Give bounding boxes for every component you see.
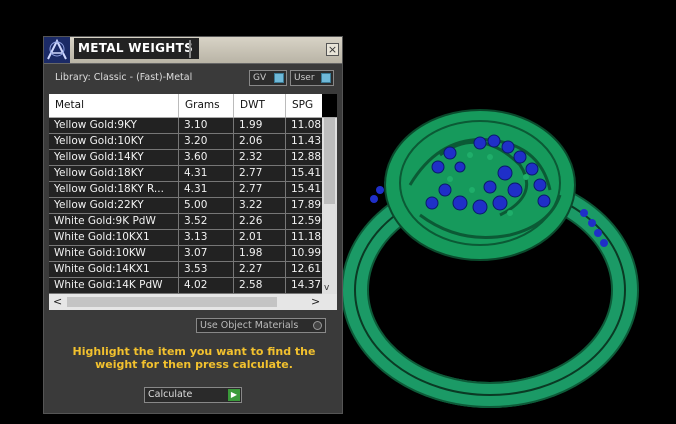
table-row[interactable]: Yellow Gold:22KY 5.00 3.22 17.89 bbox=[49, 198, 322, 214]
cell-metal: White Gold:10KW bbox=[49, 246, 179, 261]
cell-dwt: 2.26 bbox=[234, 214, 286, 229]
table-row[interactable]: Yellow Gold:18KY 4.31 2.77 15.41 bbox=[49, 166, 322, 182]
cell-spg: 11.08 bbox=[291, 119, 322, 131]
cell-spg: 11.43 bbox=[291, 135, 322, 147]
ring-model[interactable] bbox=[340, 95, 670, 415]
close-icon[interactable]: × bbox=[326, 43, 339, 56]
cell-spg: 15.41 bbox=[291, 183, 322, 195]
cell-grams: 3.60 bbox=[179, 150, 234, 165]
table-row[interactable]: White Gold:9K PdW 3.52 2.26 12.59 bbox=[49, 214, 322, 230]
cell-dwt: 3.22 bbox=[234, 198, 286, 213]
scroll-left-icon[interactable]: < bbox=[53, 295, 62, 308]
gv-toggle-knob-icon bbox=[274, 73, 284, 83]
scroll-down-icon[interactable]: v bbox=[324, 283, 329, 293]
table-row[interactable]: White Gold:14KX1 3.53 2.27 12.61 bbox=[49, 262, 322, 278]
cell-dwt: 2.06 bbox=[234, 134, 286, 149]
panel-title: METAL WEIGHTS bbox=[74, 38, 200, 59]
column-header-spg[interactable]: SPG bbox=[286, 94, 322, 117]
metal-weights-panel: METAL WEIGHTS × Library: Classic - (Fast… bbox=[43, 36, 343, 414]
table-row[interactable]: Yellow Gold:9KY 3.10 1.99 11.08 bbox=[49, 118, 322, 134]
cell-dwt: 1.98 bbox=[234, 246, 286, 261]
app-logo-icon bbox=[44, 37, 70, 63]
cell-metal: White Gold:10KX1 bbox=[49, 230, 179, 245]
user-toggle-knob-icon bbox=[321, 73, 331, 83]
scroll-right-icon[interactable]: > bbox=[311, 295, 320, 308]
cell-metal: White Gold:14K PdW bbox=[49, 278, 179, 293]
table-row[interactable]: White Gold:10KX1 3.13 2.01 11.18 bbox=[49, 230, 322, 246]
cell-grams: 3.10 bbox=[179, 118, 234, 133]
cell-dwt: 2.58 bbox=[234, 278, 286, 293]
cell-metal: Yellow Gold:18KY R... bbox=[49, 182, 179, 197]
table-row[interactable]: White Gold:10KW 3.07 1.98 10.99 bbox=[49, 246, 322, 262]
cell-metal: Yellow Gold:14KY bbox=[49, 150, 179, 165]
table-row[interactable]: Yellow Gold:18KY R... 4.31 2.77 15.41 bbox=[49, 182, 322, 198]
cell-spg: 12.59 bbox=[291, 215, 322, 227]
horizontal-scroll-thumb[interactable] bbox=[67, 297, 277, 307]
cell-grams: 3.53 bbox=[179, 262, 234, 277]
user-toggle-label: User bbox=[294, 73, 315, 83]
cell-metal: White Gold:14KX1 bbox=[49, 262, 179, 277]
column-header-metal[interactable]: Metal bbox=[49, 94, 179, 117]
use-object-materials-toggle[interactable]: Use Object Materials bbox=[196, 318, 326, 333]
cell-dwt: 2.77 bbox=[234, 182, 286, 197]
cell-metal: Yellow Gold:22KY bbox=[49, 198, 179, 213]
library-label: Library: Classic - (Fast)-Metal bbox=[55, 72, 193, 83]
cell-metal: Yellow Gold:9KY bbox=[49, 118, 179, 133]
header-corner bbox=[322, 94, 337, 117]
cell-grams: 4.02 bbox=[179, 278, 234, 293]
metal-table: Metal Grams DWT SPG Yellow Gold:9KY 3.10 1… bbox=[49, 94, 337, 310]
cell-spg: 12.88 bbox=[291, 151, 322, 163]
cell-metal: Yellow Gold:10KY bbox=[49, 134, 179, 149]
cell-metal: Yellow Gold:18KY bbox=[49, 166, 179, 181]
play-icon: ▶ bbox=[228, 389, 240, 401]
horizontal-scrollbar[interactable]: < > bbox=[49, 294, 337, 310]
panel-titlebar[interactable]: METAL WEIGHTS × bbox=[44, 37, 342, 64]
cell-spg: 12.61 bbox=[291, 263, 322, 275]
cell-grams: 4.31 bbox=[179, 182, 234, 197]
user-toggle[interactable]: User bbox=[290, 70, 334, 86]
vertical-scroll-thumb[interactable] bbox=[324, 118, 335, 204]
table-body: Yellow Gold:9KY 3.10 1.99 11.08 Yellow Gold:… bbox=[49, 118, 322, 294]
cell-spg: 10.99 bbox=[291, 247, 322, 259]
cell-grams: 3.07 bbox=[179, 246, 234, 261]
table-row[interactable]: White Gold:14K PdW 4.02 2.58 14.37 bbox=[49, 278, 322, 294]
cell-grams: 5.00 bbox=[179, 198, 234, 213]
table-header: Metal Grams DWT SPG bbox=[49, 94, 337, 118]
radio-icon bbox=[313, 321, 322, 330]
cell-grams: 3.20 bbox=[179, 134, 234, 149]
calculate-label: Calculate bbox=[148, 389, 193, 400]
cell-dwt: 2.77 bbox=[234, 166, 286, 181]
table-row[interactable]: Yellow Gold:10KY 3.20 2.06 11.43 bbox=[49, 134, 322, 150]
cell-dwt: 2.27 bbox=[234, 262, 286, 277]
cell-metal: White Gold:9K PdW bbox=[49, 214, 179, 229]
cell-grams: 3.13 bbox=[179, 230, 234, 245]
cell-dwt: 2.01 bbox=[234, 230, 286, 245]
use-object-materials-label: Use Object Materials bbox=[200, 320, 299, 331]
cell-dwt: 2.32 bbox=[234, 150, 286, 165]
cell-grams: 4.31 bbox=[179, 166, 234, 181]
vertical-scrollbar[interactable]: v bbox=[322, 118, 337, 294]
gv-toggle[interactable]: GV bbox=[249, 70, 287, 86]
column-header-grams[interactable]: Grams bbox=[179, 94, 234, 117]
title-divider bbox=[189, 40, 191, 58]
cell-spg: 17.89 bbox=[291, 199, 322, 211]
table-row[interactable]: Yellow Gold:14KY 3.60 2.32 12.88 bbox=[49, 150, 322, 166]
gv-toggle-label: GV bbox=[253, 73, 267, 83]
cell-spg: 15.41 bbox=[291, 167, 322, 179]
cell-spg: 14.37 bbox=[291, 279, 322, 291]
cell-spg: 11.18 bbox=[291, 231, 322, 243]
column-header-dwt[interactable]: DWT bbox=[234, 94, 286, 117]
instruction-text: Highlight the item you want to find the … bbox=[72, 345, 316, 371]
cell-dwt: 1.99 bbox=[234, 118, 286, 133]
cell-grams: 3.52 bbox=[179, 214, 234, 229]
calculate-button[interactable]: Calculate ▶ bbox=[144, 387, 242, 403]
